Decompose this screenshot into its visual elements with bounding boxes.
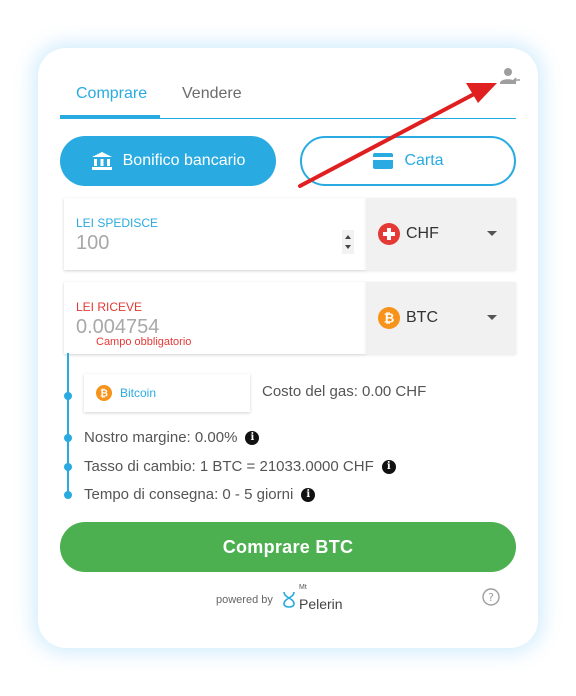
annotation-arrow: [298, 83, 497, 188]
